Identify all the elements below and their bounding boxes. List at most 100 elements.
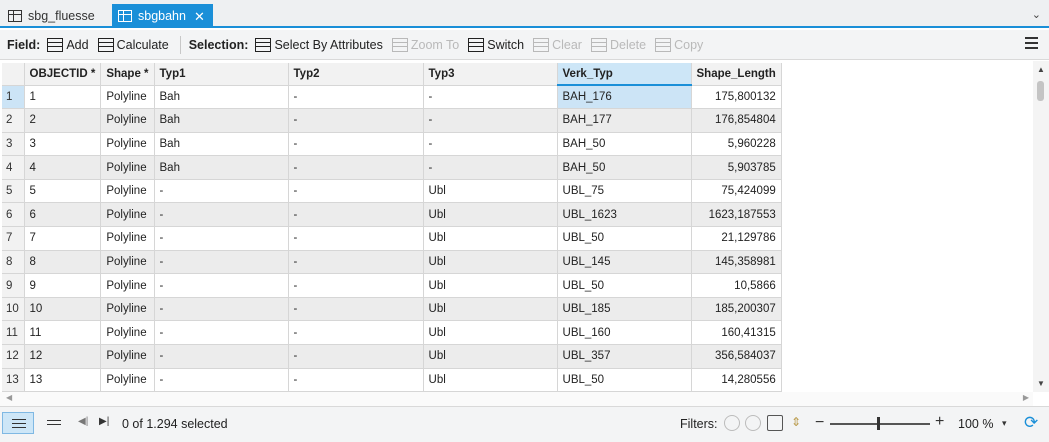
cell-shape[interactable]: Polyline — [100, 108, 155, 133]
cell-typ1[interactable]: - — [154, 344, 289, 369]
cell-objectid[interactable]: 5 — [24, 179, 102, 204]
cell-objectid[interactable]: 1 — [24, 85, 102, 110]
zoom-in-icon[interactable]: + — [935, 413, 944, 431]
column-header-verk-typ[interactable]: Verk_Typ — [557, 63, 692, 86]
cell-shape[interactable]: Polyline — [100, 155, 155, 180]
table-row[interactable]: 8 8 Polyline - - Ubl UBL_145 145,358981 — [2, 250, 782, 275]
cell-shape[interactable]: Polyline — [100, 344, 155, 369]
cell-objectid[interactable]: 13 — [24, 368, 102, 392]
calculate-button[interactable]: Calculate — [97, 37, 169, 52]
sort-icon[interactable]: ⇕ — [791, 415, 801, 429]
cell-shape[interactable]: Polyline — [100, 202, 155, 228]
zoom-slider[interactable] — [830, 423, 930, 425]
cell-typ2[interactable]: - — [288, 226, 424, 251]
zoom-slider-thumb[interactable] — [877, 417, 880, 430]
cell-objectid[interactable]: 10 — [24, 297, 102, 322]
cell-typ1[interactable]: Bah — [154, 132, 289, 157]
cell-typ1[interactable]: - — [154, 179, 289, 204]
close-icon[interactable]: ✕ — [194, 10, 205, 23]
cell-typ1[interactable]: - — [154, 320, 289, 346]
row-number[interactable]: 3 — [2, 132, 25, 157]
row-number[interactable]: 11 — [2, 320, 25, 346]
table-row[interactable]: 9 9 Polyline - - Ubl UBL_50 10,5866 — [2, 273, 782, 298]
last-record-icon[interactable]: ▶| — [99, 416, 109, 427]
row-number[interactable]: 13 — [2, 368, 25, 392]
row-number[interactable]: 9 — [2, 273, 25, 298]
table-row[interactable]: 13 13 Polyline - - Ubl UBL_50 14,280556 — [2, 368, 782, 392]
cell-shape-length[interactable]: 14,280556 — [691, 368, 782, 392]
row-number[interactable]: 7 — [2, 226, 25, 251]
cell-objectid[interactable]: 9 — [24, 273, 102, 298]
column-header-typ3[interactable]: Typ3 — [423, 63, 558, 86]
cell-verk-typ[interactable]: UBL_50 — [557, 368, 692, 392]
cell-typ2[interactable]: - — [288, 368, 424, 392]
zoom-to-button[interactable]: Zoom To — [391, 37, 459, 52]
range-filter-icon[interactable] — [745, 415, 761, 431]
select-by-attributes-button[interactable]: Select By Attributes — [255, 37, 383, 52]
cell-verk-typ[interactable]: UBL_1623 — [557, 202, 692, 228]
cell-shape-length[interactable]: 185,200307 — [691, 297, 782, 322]
cell-typ1[interactable]: Bah — [154, 85, 289, 110]
cell-typ2[interactable]: - — [288, 179, 424, 204]
first-record-icon[interactable]: ◀| — [78, 416, 88, 427]
tab-sbg-fluesse[interactable]: sbg_fluesse — [2, 4, 108, 28]
cell-typ1[interactable]: - — [154, 273, 289, 298]
column-header-typ1[interactable]: Typ1 — [154, 63, 289, 86]
cell-verk-typ[interactable]: BAH_50 — [557, 132, 692, 157]
table-view-icon[interactable] — [2, 412, 34, 434]
cell-typ3[interactable]: Ubl — [423, 226, 558, 251]
cell-typ3[interactable]: Ubl — [423, 368, 558, 392]
column-header-shape[interactable]: Shape * — [100, 63, 155, 86]
cell-verk-typ[interactable]: UBL_75 — [557, 179, 692, 204]
table-row[interactable]: 11 11 Polyline - - Ubl UBL_160 160,41315 — [2, 320, 782, 346]
cell-verk-typ[interactable]: BAH_176 — [557, 85, 692, 110]
row-number[interactable]: 6 — [2, 202, 25, 228]
table-row[interactable]: 3 3 Polyline Bah - - BAH_50 5,960228 — [2, 132, 782, 157]
cell-typ1[interactable]: - — [154, 297, 289, 322]
cell-typ3[interactable]: Ubl — [423, 179, 558, 204]
scroll-thumb[interactable] — [1037, 81, 1044, 101]
cell-verk-typ[interactable]: BAH_177 — [557, 108, 692, 133]
cell-shape-length[interactable]: 160,41315 — [691, 320, 782, 346]
scroll-right-icon[interactable]: ▶ — [1023, 393, 1029, 402]
cell-typ1[interactable]: Bah — [154, 155, 289, 180]
cell-typ2[interactable]: - — [288, 108, 424, 133]
cell-typ3[interactable]: - — [423, 108, 558, 133]
cell-verk-typ[interactable]: UBL_160 — [557, 320, 692, 346]
cell-shape-length[interactable]: 10,5866 — [691, 273, 782, 298]
table-row[interactable]: 1 1 Polyline Bah - - BAH_176 175,800132 — [2, 85, 782, 110]
cell-objectid[interactable]: 4 — [24, 155, 102, 180]
cell-objectid[interactable]: 2 — [24, 108, 102, 133]
cell-typ2[interactable]: - — [288, 155, 424, 180]
cell-shape[interactable]: Polyline — [100, 297, 155, 322]
cell-objectid[interactable]: 8 — [24, 250, 102, 275]
cell-typ2[interactable]: - — [288, 85, 424, 110]
cell-shape[interactable]: Polyline — [100, 368, 155, 392]
cell-shape-length[interactable]: 176,854804 — [691, 108, 782, 133]
row-number[interactable]: 12 — [2, 344, 25, 369]
cell-verk-typ[interactable]: UBL_50 — [557, 226, 692, 251]
cell-typ3[interactable]: Ubl — [423, 273, 558, 298]
table-row[interactable]: 7 7 Polyline - - Ubl UBL_50 21,129786 — [2, 226, 782, 251]
cell-typ1[interactable]: - — [154, 250, 289, 275]
horizontal-scrollbar[interactable]: ◀ ▶ — [0, 392, 1033, 406]
table-row[interactable]: 5 5 Polyline - - Ubl UBL_75 75,424099 — [2, 179, 782, 204]
cell-typ2[interactable]: - — [288, 344, 424, 369]
vertical-scrollbar[interactable]: ▲ ▼ — [1033, 61, 1049, 392]
cell-typ3[interactable]: - — [423, 85, 558, 110]
delete-button[interactable]: Delete — [590, 37, 646, 52]
cell-shape[interactable]: Polyline — [100, 85, 155, 110]
tab-sbgbahn[interactable]: sbgbahn ✕ — [112, 4, 213, 28]
column-header-objectid[interactable]: OBJECTID * — [24, 63, 102, 86]
list-view-icon[interactable] — [38, 412, 66, 434]
cell-objectid[interactable]: 6 — [24, 202, 102, 228]
row-number[interactable]: 1 — [2, 85, 25, 110]
cell-typ3[interactable]: Ubl — [423, 320, 558, 346]
cell-shape-length[interactable]: 5,960228 — [691, 132, 782, 157]
cell-typ2[interactable]: - — [288, 132, 424, 157]
cell-typ2[interactable]: - — [288, 273, 424, 298]
cell-verk-typ[interactable]: UBL_145 — [557, 250, 692, 275]
table-row[interactable]: 2 2 Polyline Bah - - BAH_177 176,854804 — [2, 108, 782, 133]
cell-typ2[interactable]: - — [288, 320, 424, 346]
cell-shape-length[interactable]: 21,129786 — [691, 226, 782, 251]
